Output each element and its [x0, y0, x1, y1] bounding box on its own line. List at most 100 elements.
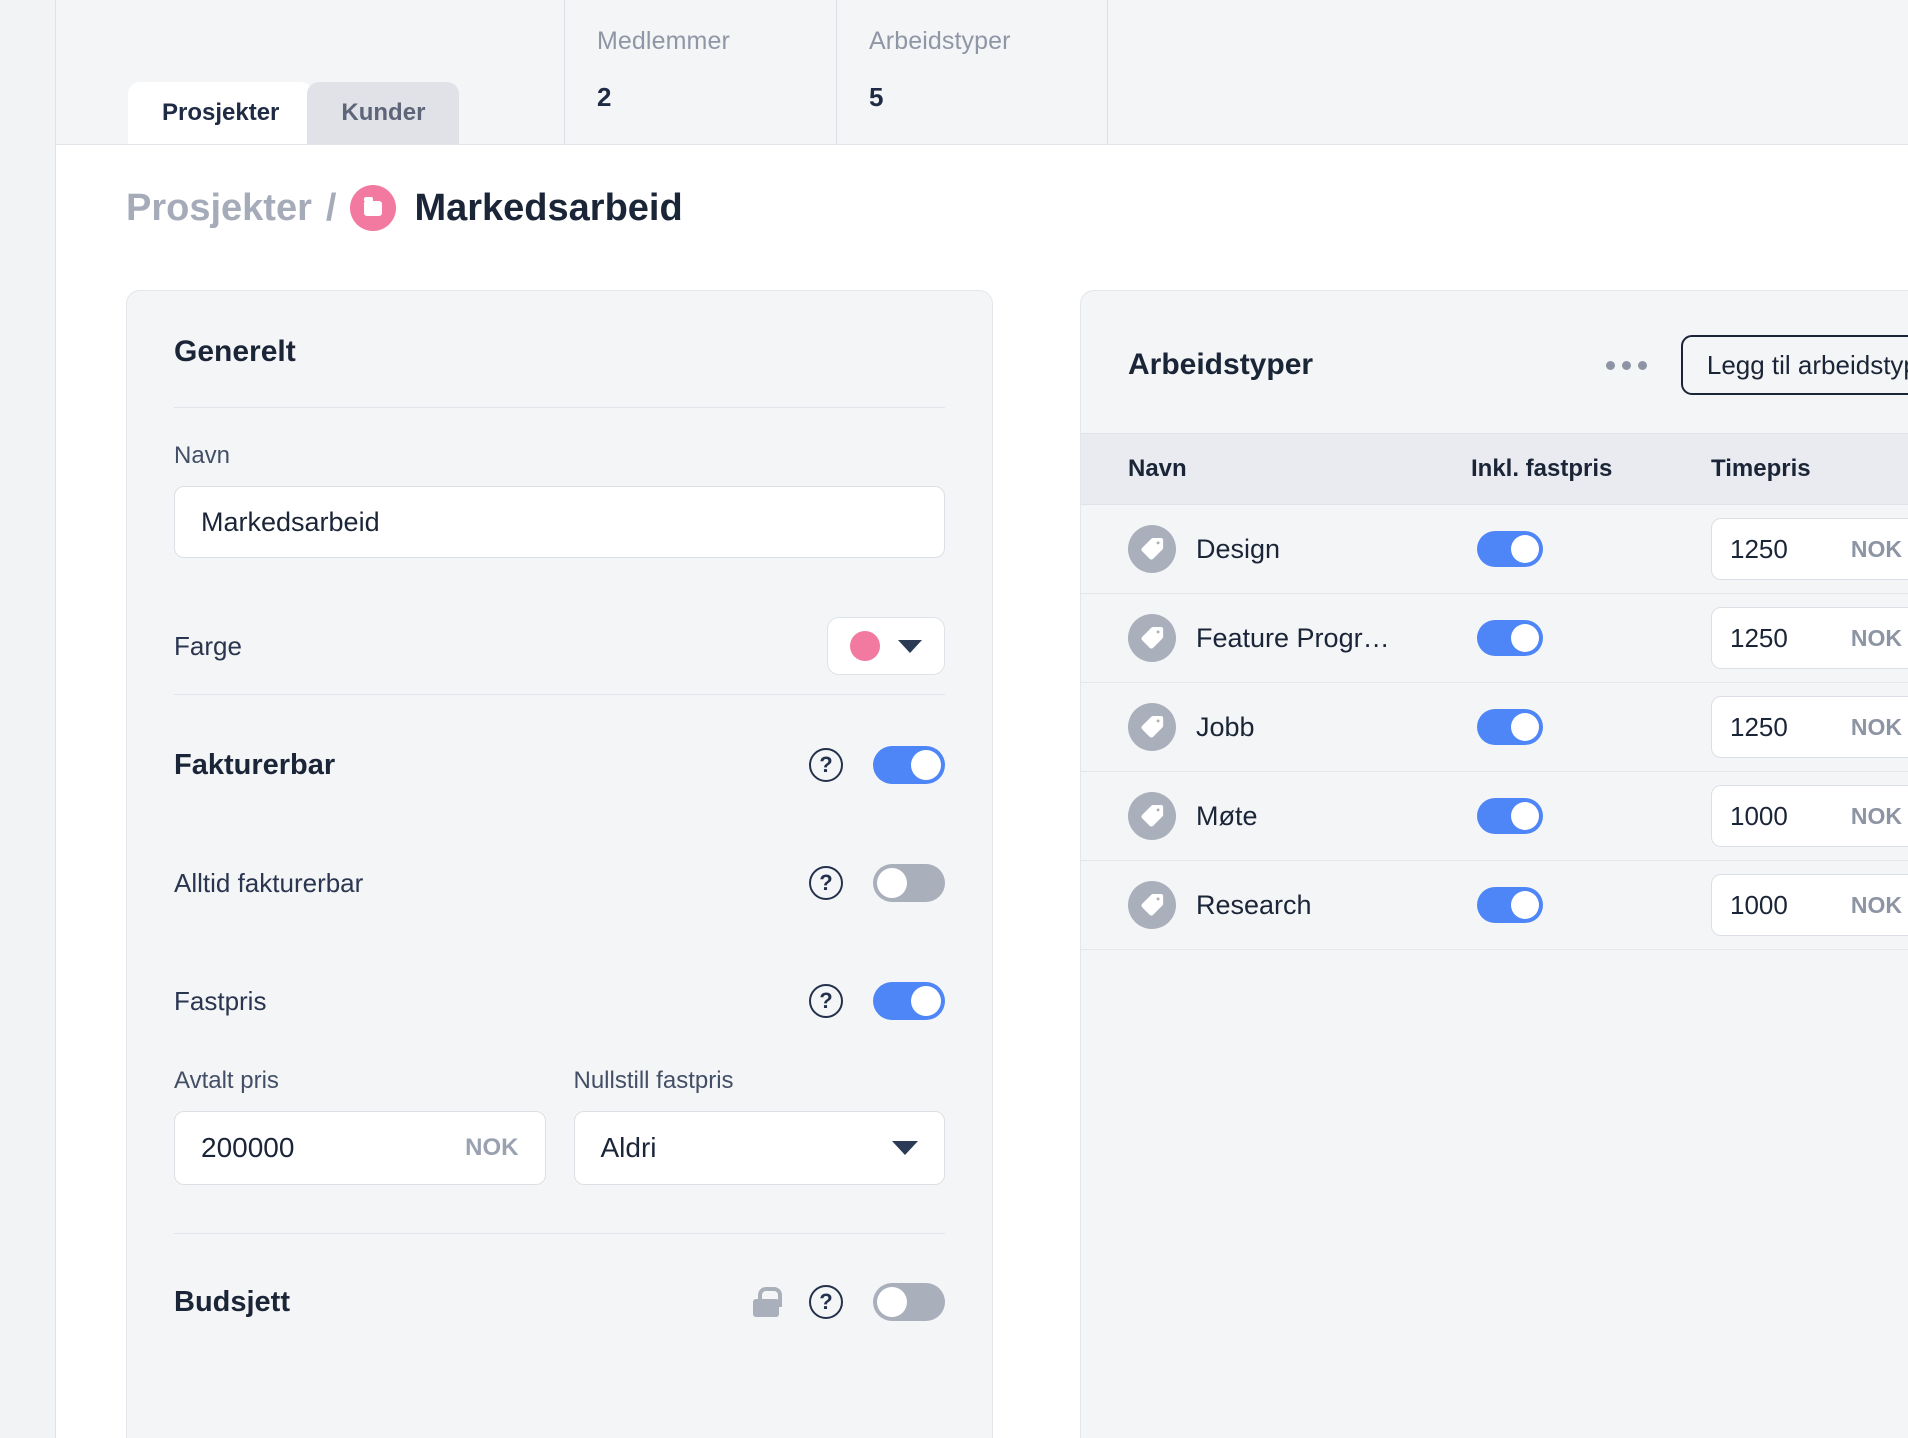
hourly-price-input[interactable]: 1000 NOK [1711, 874, 1908, 936]
worktype-name: Feature Progr… [1196, 622, 1390, 653]
more-options-icon[interactable] [1602, 353, 1651, 378]
incl-fastpris-toggle[interactable] [1477, 887, 1543, 923]
add-worktypes-button[interactable]: Legg til arbeidstyper [1680, 335, 1908, 395]
cell-incl-fixed [1471, 620, 1711, 656]
help-icon[interactable]: ? [809, 984, 843, 1018]
worktypes-panel-title: Arbeidstyper [1128, 348, 1314, 381]
cell-incl-fixed [1471, 531, 1711, 567]
table-row-2[interactable]: Feature Progr… 1250 NOK [1081, 594, 1908, 683]
table-row-3[interactable]: Jobb 1250 NOK [1081, 683, 1908, 772]
cell-hourly-price: 1250 NOK [1711, 607, 1908, 669]
cell-hourly-price: 1250 NOK [1711, 696, 1908, 758]
cell-name: Research [1081, 881, 1471, 929]
general-panel-title: Generelt [174, 335, 296, 368]
general-panel: Generelt Navn Markedsarbeid Farge Faktur… [126, 290, 993, 1438]
cell-hourly-price: 1000 NOK [1711, 785, 1908, 847]
breadcrumb-root-link[interactable]: Prosjekter [126, 187, 312, 230]
always-billable-toggle[interactable] [873, 864, 945, 902]
tag-icon [1128, 703, 1176, 751]
stat-label: Medlemmer [597, 27, 730, 55]
price-fields-group: Avtalt pris 200000 NOK Nullstill fastpri… [174, 1033, 945, 1185]
chevron-down-icon [898, 639, 922, 653]
left-gutter [0, 0, 56, 1438]
cell-incl-fixed [1471, 798, 1711, 834]
breadcrumb-separator: / [325, 186, 337, 229]
incl-fastpris-toggle[interactable] [1477, 620, 1543, 656]
agreed-price-value: 200000 [201, 1132, 295, 1163]
worktype-name: Jobb [1196, 711, 1255, 742]
app-root: Medlemmer 2 Arbeidstyper 5 Prosjekter Ku… [0, 0, 1908, 1438]
worktype-name: Research [1196, 889, 1312, 920]
color-swatch-icon [850, 631, 880, 661]
hourly-price-input[interactable]: 1250 NOK [1711, 518, 1908, 580]
cell-name: Design [1081, 525, 1471, 573]
tag-icon [1128, 614, 1176, 662]
cell-hourly-price: 1250 NOK [1711, 518, 1908, 580]
currency-label: NOK [1850, 891, 1902, 918]
tag-icon [1128, 792, 1176, 840]
lock-icon [753, 1287, 782, 1317]
always-billable-row: Alltid fakturerbar ? [174, 851, 945, 915]
column-header-timepris: Timepris [1711, 455, 1811, 482]
table-row-4[interactable]: Møte 1000 NOK [1081, 772, 1908, 861]
budget-toggle[interactable] [873, 1283, 945, 1321]
table-row-5[interactable]: Research 1000 NOK [1081, 861, 1908, 950]
tag-icon [1128, 881, 1176, 929]
cell-hourly-price: 1000 NOK [1711, 874, 1908, 936]
hourly-price-input[interactable]: 1250 NOK [1711, 696, 1908, 758]
worktypes-header: Arbeidstyper Legg til arbeidstyper [1081, 291, 1908, 395]
table-row-1[interactable]: Design 1250 NOK [1081, 505, 1908, 594]
breadcrumb: Prosjekter / Markedsarbeid [126, 185, 683, 231]
help-icon[interactable]: ? [809, 1285, 843, 1319]
cell-name: Feature Progr… [1081, 614, 1471, 662]
hourly-price-value: 1250 [1730, 711, 1788, 742]
incl-fastpris-toggle[interactable] [1477, 531, 1543, 567]
chevron-down-icon [892, 1141, 918, 1155]
name-field: Navn Markedsarbeid [174, 408, 945, 558]
tag-icon [1128, 525, 1176, 573]
name-input[interactable]: Markedsarbeid [174, 486, 945, 558]
fixed-price-label: Fastpris [174, 985, 267, 1016]
hourly-price-input[interactable]: 1000 NOK [1711, 785, 1908, 847]
reset-fixed-price-value: Aldri [600, 1132, 657, 1163]
incl-fastpris-toggle[interactable] [1477, 798, 1543, 834]
stat-value: 2 [597, 82, 612, 112]
currency-label: NOK [1850, 535, 1902, 562]
fixed-price-toggle[interactable] [873, 982, 945, 1020]
hourly-price-value: 1250 [1730, 533, 1788, 564]
color-picker[interactable] [827, 617, 945, 675]
billable-toggle[interactable] [873, 746, 945, 784]
help-icon[interactable]: ? [809, 748, 843, 782]
incl-fastpris-toggle[interactable] [1477, 709, 1543, 745]
stat-medlemmer[interactable]: Medlemmer 2 [564, 0, 836, 144]
hourly-price-input[interactable]: 1250 NOK [1711, 607, 1908, 669]
agreed-price-field: Avtalt pris 200000 NOK [174, 1067, 546, 1185]
cell-incl-fixed [1471, 709, 1711, 745]
worktypes-table-body: Design 1250 NOK Feature Progr… 1250 NOK … [1081, 505, 1908, 950]
hourly-price-value: 1250 [1730, 622, 1788, 653]
tab-bar: Prosjekter Kunder [128, 82, 460, 144]
column-header-inkl-fastpris: Inkl. fastpris [1471, 455, 1613, 482]
stat-value: 5 [869, 82, 884, 112]
agreed-price-label: Avtalt pris [174, 1067, 279, 1094]
hourly-price-value: 1000 [1730, 889, 1788, 920]
tab-prosjekter[interactable]: Prosjekter [128, 82, 314, 144]
top-bar: Medlemmer 2 Arbeidstyper 5 Prosjekter Ku… [56, 0, 1908, 145]
billable-row: Fakturerbar ? [174, 733, 945, 797]
tab-kunder[interactable]: Kunder [307, 82, 460, 144]
help-icon[interactable]: ? [809, 866, 843, 900]
stat-arbeidstyper[interactable]: Arbeidstyper 5 [836, 0, 1108, 144]
worktype-name: Møte [1196, 800, 1258, 831]
always-billable-label: Alltid fakturerbar [174, 867, 364, 898]
reset-fixed-price-select[interactable]: Aldri [573, 1111, 945, 1185]
budget-label: Budsjett [174, 1285, 290, 1318]
name-label: Navn [174, 442, 231, 469]
stat-label: Arbeidstyper [869, 27, 1011, 55]
cell-incl-fixed [1471, 887, 1711, 923]
divider [174, 694, 945, 695]
currency-label: NOK [1850, 802, 1902, 829]
agreed-price-input[interactable]: 200000 NOK [174, 1111, 546, 1185]
currency-label: NOK [1850, 713, 1902, 740]
cell-name: Jobb [1081, 703, 1471, 751]
reset-fixed-price-field: Nullstill fastpris Aldri [573, 1067, 945, 1185]
